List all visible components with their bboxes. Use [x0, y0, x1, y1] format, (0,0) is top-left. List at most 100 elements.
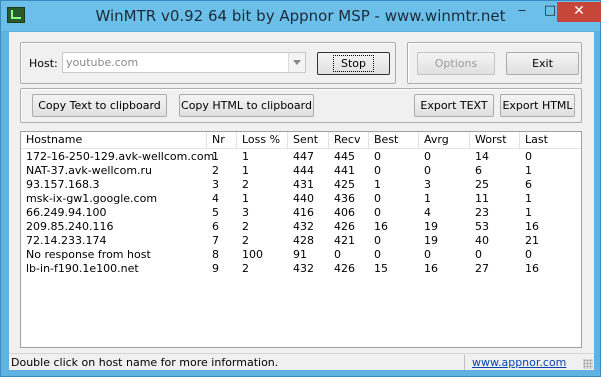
cell-nr: 9	[212, 262, 219, 275]
cell-nr: 4	[212, 192, 219, 205]
export-text-button-label: Export TEXT	[420, 99, 488, 112]
column-header-recv[interactable]: Recv	[329, 132, 369, 149]
cell-avrg: 19	[424, 234, 438, 247]
copy-text-button-label: Copy Text to clipboard	[38, 99, 161, 112]
table-row[interactable]: NAT-37.avk-wellcom.ru 2 1 444 441 0 0 6 …	[21, 164, 581, 178]
stop-button-label: Stop	[332, 55, 375, 72]
cell-last: 6	[525, 178, 532, 191]
cell-avrg: 0	[424, 150, 431, 163]
options-button[interactable]: Options	[417, 52, 495, 75]
options-group: Options Exit	[407, 42, 582, 84]
cell-best: 16	[374, 220, 388, 233]
column-header-last[interactable]: Last	[520, 132, 581, 149]
minimize-button[interactable]: ‒	[509, 2, 535, 22]
table-row[interactable]: 66.249.94.100 5 3 416 406 0 4 23 1	[21, 206, 581, 220]
chevron-down-icon[interactable]	[288, 53, 305, 72]
column-header-hostname[interactable]: Hostname	[21, 132, 207, 149]
cell-nr: 3	[212, 178, 219, 191]
cell-best: 0	[374, 164, 381, 177]
cell-avrg: 4	[424, 206, 431, 219]
resize-grip-icon[interactable]	[583, 359, 593, 369]
copy-html-button[interactable]: Copy HTML to clipboard	[179, 94, 314, 117]
cell-avrg: 0	[424, 164, 431, 177]
cell-avrg: 3	[424, 178, 431, 191]
cell-nr: 2	[212, 164, 219, 177]
cell-loss: 100	[242, 248, 263, 261]
cell-recv: 406	[334, 206, 355, 219]
cell-best: 0	[374, 206, 381, 219]
cell-sent: 444	[293, 164, 314, 177]
cell-hostname[interactable]: 72.14.233.174	[21, 234, 207, 248]
cell-recv: 426	[334, 220, 355, 233]
appnor-link[interactable]: www.appnor.com	[472, 356, 566, 369]
column-header-nr[interactable]: Nr	[207, 132, 237, 149]
exit-button-label: Exit	[532, 57, 553, 70]
table-row[interactable]: 172-16-250-129.avk-wellcom.com 1 1 447 4…	[21, 150, 581, 164]
cell-sent: 440	[293, 192, 314, 205]
copy-text-button[interactable]: Copy Text to clipboard	[32, 94, 167, 117]
cell-best: 0	[374, 192, 381, 205]
cell-last: 1	[525, 192, 532, 205]
table-header: Hostname Nr Loss % Sent Recv Best Avrg W…	[21, 132, 581, 149]
cell-recv: 421	[334, 234, 355, 247]
cell-last: 0	[525, 150, 532, 163]
column-header-sent[interactable]: Sent	[288, 132, 329, 149]
table-row[interactable]: lb-in-f190.1e100.net 9 2 432 426 15 16 2…	[21, 262, 581, 276]
client-area: Host: youtube.com Stop Options Exit Copy…	[9, 32, 594, 370]
column-header-avrg[interactable]: Avrg	[419, 132, 470, 149]
export-group: Copy Text to clipboard Copy HTML to clip…	[20, 88, 582, 123]
host-combobox[interactable]: youtube.com	[62, 52, 306, 73]
cell-nr: 7	[212, 234, 219, 247]
exit-button[interactable]: Exit	[506, 52, 579, 75]
cell-recv: 445	[334, 150, 355, 163]
cell-sent: 428	[293, 234, 314, 247]
status-text: Double click on host name for more infor…	[11, 356, 279, 369]
cell-nr: 6	[212, 220, 219, 233]
table-row[interactable]: No response from host 8 100 91 0 0 0 0 0	[21, 248, 581, 262]
cell-avrg: 19	[424, 220, 438, 233]
column-header-best[interactable]: Best	[369, 132, 419, 149]
table-row[interactable]: 72.14.233.174 7 2 428 421 0 19 40 21	[21, 234, 581, 248]
host-input[interactable]: youtube.com	[66, 56, 138, 69]
cell-loss: 2	[242, 178, 249, 191]
cell-last: 1	[525, 164, 532, 177]
options-button-label: Options	[434, 57, 478, 70]
column-header-loss[interactable]: Loss %	[237, 132, 288, 149]
cell-best: 0	[374, 234, 381, 247]
cell-sent: 431	[293, 178, 314, 191]
cell-hostname[interactable]: 93.157.168.3	[21, 178, 207, 192]
status-bar: Double click on host name for more infor…	[9, 353, 594, 370]
stop-button[interactable]: Stop	[317, 52, 390, 75]
cell-hostname[interactable]: No response from host	[21, 248, 207, 262]
cell-recv: 436	[334, 192, 355, 205]
cell-hostname[interactable]: lb-in-f190.1e100.net	[21, 262, 207, 276]
cell-avrg: 16	[424, 262, 438, 275]
cell-worst: 53	[475, 220, 489, 233]
cell-hostname[interactable]: 172-16-250-129.avk-wellcom.com	[21, 150, 214, 164]
cell-worst: 27	[475, 262, 489, 275]
table-row[interactable]: 209.85.240.116 6 2 432 426 16 19 53 16	[21, 220, 581, 234]
cell-best: 0	[374, 150, 381, 163]
table-row[interactable]: msk-ix-gw1.google.com 4 1 440 436 0 1 11…	[21, 192, 581, 206]
cell-hostname[interactable]: msk-ix-gw1.google.com	[21, 192, 207, 206]
cell-loss: 3	[242, 206, 249, 219]
results-table[interactable]: Hostname Nr Loss % Sent Recv Best Avrg W…	[20, 131, 582, 348]
title-bar[interactable]: WinMTR v0.92 64 bit by Appnor MSP - www.…	[1, 1, 601, 31]
cell-last: 16	[525, 220, 539, 233]
cell-hostname[interactable]: 209.85.240.116	[21, 220, 207, 234]
cell-last: 16	[525, 262, 539, 275]
cell-recv: 425	[334, 178, 355, 191]
cell-avrg: 0	[424, 248, 431, 261]
table-row[interactable]: 93.157.168.3 3 2 431 425 1 3 25 6	[21, 178, 581, 192]
export-html-button[interactable]: Export HTML	[500, 94, 575, 117]
cell-best: 15	[374, 262, 388, 275]
column-header-worst[interactable]: Worst	[470, 132, 520, 149]
cell-worst: 23	[475, 206, 489, 219]
cell-avrg: 1	[424, 192, 431, 205]
close-button[interactable]: ✕	[557, 2, 601, 22]
cell-sent: 432	[293, 220, 314, 233]
export-text-button[interactable]: Export TEXT	[414, 94, 494, 117]
cell-hostname[interactable]: NAT-37.avk-wellcom.ru	[21, 164, 207, 178]
cell-recv: 426	[334, 262, 355, 275]
cell-hostname[interactable]: 66.249.94.100	[21, 206, 207, 220]
